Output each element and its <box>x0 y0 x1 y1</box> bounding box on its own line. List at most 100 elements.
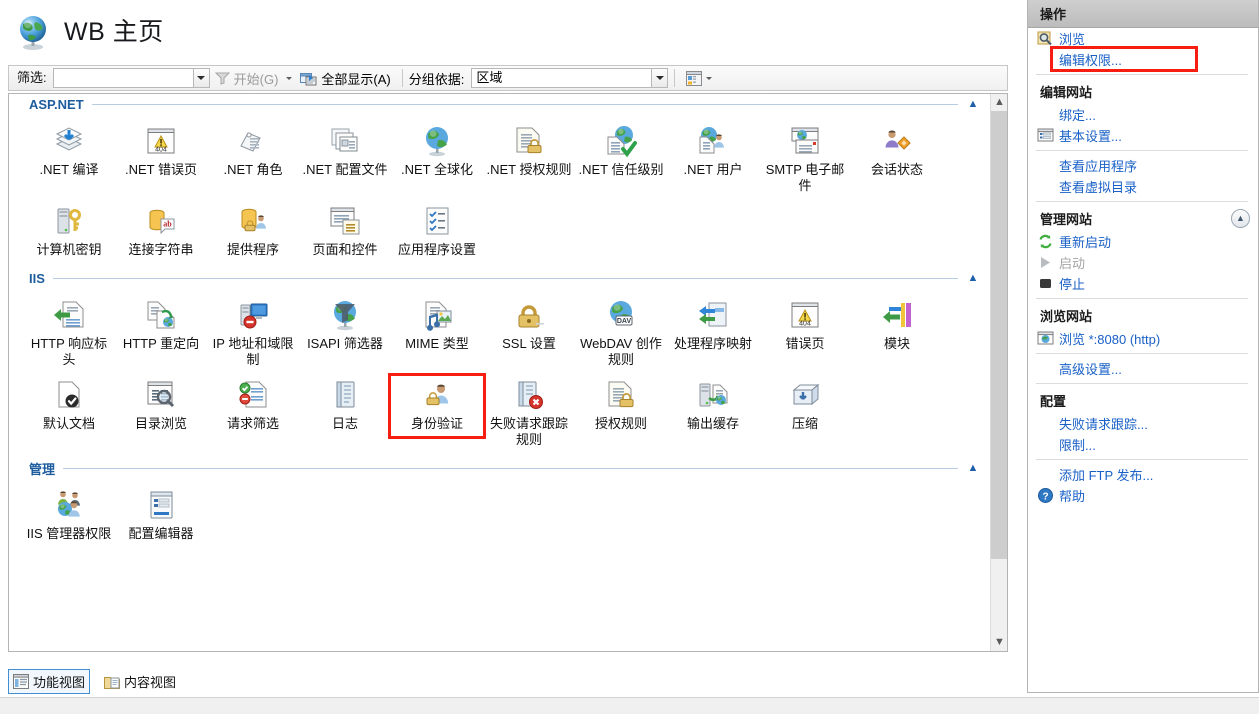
chevron-down-icon <box>197 76 206 80</box>
collapse-section-button[interactable]: ▲ <box>1231 209 1250 228</box>
scroll-up-button[interactable]: ▲ <box>991 94 1007 111</box>
feature-item[interactable]: .NET 编译 <box>23 120 115 200</box>
action-item-label: 启动 <box>1059 256 1086 271</box>
feature-item[interactable]: .NET 信任级别 <box>575 120 667 200</box>
group-by-value[interactable]: 区域 <box>471 68 652 88</box>
group-by-dropdown-button[interactable] <box>651 68 669 88</box>
filter-label: 筛选: <box>9 66 53 90</box>
feature-item[interactable]: 提供程序 <box>207 200 299 264</box>
feature-item[interactable]: HTTP 重定向 <box>115 294 207 374</box>
feature-item[interactable]: 处理程序映射 <box>667 294 759 374</box>
action-item[interactable]: 查看应用程序 <box>1028 155 1258 176</box>
pages-controls-icon <box>330 207 360 235</box>
feature-item[interactable]: 目录浏览 <box>115 374 207 454</box>
feature-item[interactable]: .NET 角色 <box>207 120 299 200</box>
feature-item[interactable]: 会话状态 <box>851 120 943 200</box>
feature-item[interactable]: .NET 配置文件 <box>299 120 391 200</box>
action-item[interactable]: 绑定... <box>1028 104 1258 125</box>
filter-dropdown-button[interactable] <box>192 68 210 88</box>
svg-text:ab: ab <box>163 220 172 229</box>
connection-strings-icon: ab <box>149 209 175 235</box>
feature-item[interactable]: 计算机密钥 <box>23 200 115 264</box>
restart-icon <box>1036 233 1054 251</box>
feature-icon-grid: IIS 管理器权限 配置编辑器 <box>9 478 990 552</box>
content-view-icon <box>104 676 121 689</box>
feature-item[interactable]: 身份验证 <box>388 373 486 454</box>
feature-item[interactable]: 请求筛选 <box>207 374 299 454</box>
feature-item[interactable]: DAV WebDAV 创作规则 <box>575 294 667 374</box>
scrollbar-thumb[interactable] <box>991 111 1007 559</box>
feature-item-label: 压缩 <box>791 416 818 431</box>
feature-item[interactable]: IIS 管理器权限 <box>23 484 115 548</box>
feature-item[interactable]: 模块 <box>851 294 943 374</box>
feature-item[interactable]: 404 .NET 错误页 <box>115 120 207 200</box>
filter-toolbar: 筛选: 开始(G) 全部显示(A) 分组依据: 区域 <box>8 65 1008 91</box>
feature-item[interactable]: ab 连接字符串 <box>115 200 207 264</box>
action-item[interactable]: 查看虚拟目录 <box>1028 176 1258 197</box>
actions-divider <box>1036 353 1248 354</box>
svg-text:404: 404 <box>155 147 167 154</box>
feature-item[interactable]: 默认文档 <box>23 374 115 454</box>
view-mode-button[interactable] <box>681 67 717 89</box>
feature-item[interactable]: ISAPI 筛选器 <box>299 294 391 374</box>
feature-item-label: 错误页 <box>785 336 825 351</box>
feature-item[interactable]: .NET 授权规则 <box>483 120 575 200</box>
action-item[interactable]: 重新启动 <box>1028 231 1258 252</box>
feature-icon-grid: HTTP 响应标头 HTTP 重定向 IP 地址和域限制 ISAPI 筛选器 MIME … <box>9 288 990 458</box>
action-item[interactable]: 高级设置... <box>1028 358 1258 379</box>
feature-item[interactable]: SSL 设置 <box>483 294 575 374</box>
actions-divider <box>1036 74 1248 75</box>
feature-item[interactable]: 输出缓存 <box>667 374 759 454</box>
show-all-button[interactable]: 全部显示(A) <box>295 67 395 89</box>
feature-item[interactable]: 配置编辑器 <box>115 484 207 548</box>
net-authorization-icon <box>516 127 542 154</box>
feature-item[interactable]: 页面和控件 <box>299 200 391 264</box>
authorization-rules-icon <box>608 381 634 408</box>
vertical-scrollbar[interactable]: ▲ ▼ <box>990 94 1007 651</box>
feature-item[interactable]: SMTP 电子邮件 <box>759 120 851 200</box>
action-item[interactable]: ? 帮助 <box>1028 485 1258 506</box>
start-filter-button[interactable]: 开始(G) <box>210 67 284 89</box>
configuration-editor-icon <box>150 491 173 519</box>
action-item[interactable]: 浏览 *:8080 (http) <box>1028 328 1258 349</box>
action-item[interactable]: 限制... <box>1028 434 1258 455</box>
feature-item[interactable]: MIME 类型 <box>391 294 483 374</box>
feature-item[interactable]: 授权规则 <box>575 374 667 454</box>
start-filter-dropdown[interactable] <box>283 76 295 80</box>
feature-item-label: IP 地址和域限制 <box>212 336 294 367</box>
action-item[interactable]: 失败请求跟踪... <box>1028 413 1258 434</box>
group-divider <box>91 103 958 105</box>
feature-item[interactable]: 日志 <box>299 374 391 454</box>
action-item[interactable]: 浏览 <box>1028 28 1258 49</box>
action-item[interactable]: 编辑权限... <box>1028 46 1258 72</box>
error-pages-icon: 404 <box>791 302 819 328</box>
group-collapse-button[interactable]: ▲ <box>962 270 984 286</box>
feature-item[interactable]: 404 错误页 <box>759 294 851 374</box>
actions-divider <box>1036 150 1248 151</box>
action-item[interactable]: 停止 <box>1028 273 1258 294</box>
view-tab-content[interactable]: 内容视图 <box>100 670 180 693</box>
net-trust-levels-icon <box>607 126 637 158</box>
feature-item-label: 应用程序设置 <box>397 242 476 257</box>
group-collapse-button[interactable]: ▲ <box>962 96 984 112</box>
filter-input[interactable] <box>52 68 193 88</box>
restart-icon <box>1038 234 1052 249</box>
view-tab-features[interactable]: 功能视图 <box>8 668 91 694</box>
group-collapse-button[interactable]: ▲ <box>962 460 984 476</box>
feature-item-label: 会话状态 <box>870 162 923 177</box>
feature-item-label: 连接字符串 <box>128 242 194 257</box>
actions-section-title: 配置 <box>1040 394 1067 409</box>
feature-item[interactable]: 压缩 <box>759 374 851 454</box>
scroll-down-button[interactable]: ▼ <box>991 634 1007 651</box>
svg-text:404: 404 <box>799 321 811 328</box>
feature-item[interactable]: .NET 用户 <box>667 120 759 200</box>
browse-site-icon <box>1036 330 1054 348</box>
feature-item[interactable]: IP 地址和域限制 <box>207 294 299 374</box>
feature-item[interactable]: .NET 全球化 <box>391 120 483 200</box>
feature-item[interactable]: 失败请求跟踪规则 <box>483 374 575 454</box>
feature-item[interactable]: HTTP 响应标头 <box>23 294 115 374</box>
feature-group-header: ASP.NET ▲ <box>9 94 990 114</box>
action-item[interactable]: 添加 FTP 发布... <box>1028 464 1258 485</box>
action-item[interactable]: 基本设置... <box>1028 125 1258 146</box>
feature-item[interactable]: 应用程序设置 <box>391 200 483 264</box>
